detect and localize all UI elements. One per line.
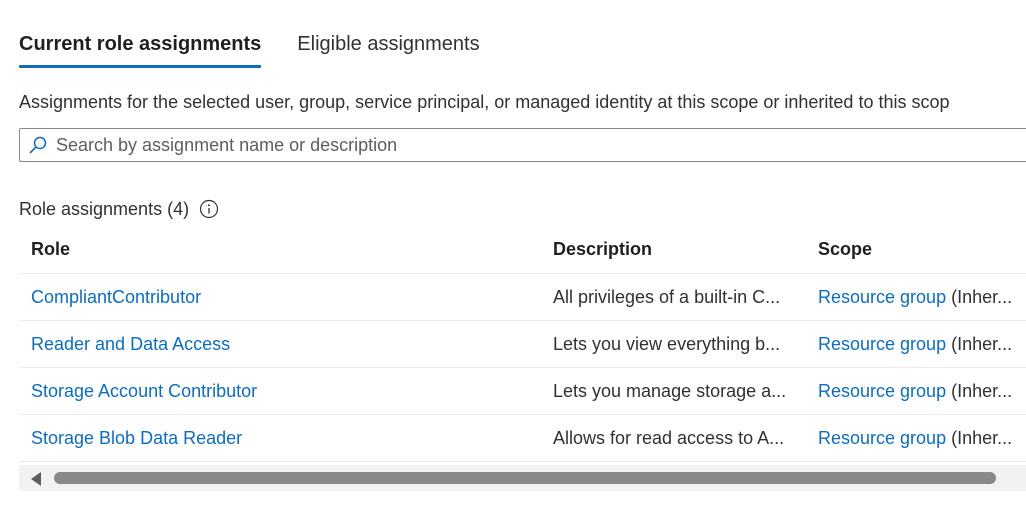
- scope-inheritance: (Inher...: [946, 286, 1013, 307]
- horizontal-scrollbar[interactable]: [19, 465, 1026, 491]
- role-description: Allows for read access to A...: [553, 427, 785, 448]
- scope-link[interactable]: Resource group: [818, 287, 946, 307]
- page-description: Assignments for the selected user, group…: [19, 92, 950, 112]
- table-row: Storage Account Contributor Lets you man…: [19, 368, 1026, 415]
- search-input[interactable]: [56, 130, 1016, 160]
- role-link[interactable]: Storage Account Contributor: [31, 381, 257, 401]
- role-link[interactable]: CompliantContributor: [31, 287, 201, 307]
- table-row: Storage Blob Data Reader Allows for read…: [19, 415, 1026, 462]
- tab-current-role-assignments[interactable]: Current role assignments: [19, 30, 262, 70]
- search-icon: [28, 135, 48, 155]
- scope-inheritance: (Inher...: [946, 380, 1013, 401]
- scrollbar-thumb[interactable]: [54, 472, 996, 484]
- role-assignments-header: Role assignments (4): [19, 196, 219, 222]
- scope-inheritance: (Inher...: [946, 333, 1013, 354]
- scope-link[interactable]: Resource group: [818, 381, 946, 401]
- chevron-left-icon[interactable]: [31, 472, 41, 486]
- role-description: Lets you view everything b...: [553, 333, 781, 354]
- role-link[interactable]: Reader and Data Access: [31, 334, 230, 354]
- scope-link[interactable]: Resource group: [818, 428, 946, 448]
- role-description: Lets you manage storage a...: [553, 380, 787, 401]
- info-icon[interactable]: [199, 199, 219, 219]
- scope-inheritance: (Inher...: [946, 427, 1013, 448]
- tab-eligible-assignments[interactable]: Eligible assignments: [297, 30, 479, 70]
- role-link[interactable]: Storage Blob Data Reader: [31, 428, 242, 448]
- tab-bar: Current role assignments Eligible assign…: [19, 30, 480, 70]
- table-row: CompliantContributor All privileges of a…: [19, 274, 1026, 321]
- table-header-row: Role Description Scope: [19, 226, 1026, 274]
- role-description: All privileges of a built-in C...: [553, 286, 781, 307]
- search-box[interactable]: [19, 128, 1026, 162]
- column-header-description[interactable]: Description: [541, 239, 806, 260]
- scope-link[interactable]: Resource group: [818, 334, 946, 354]
- role-assignments-table: Role Description Scope CompliantContribu…: [19, 226, 1026, 462]
- table-row: Reader and Data Access Lets you view eve…: [19, 321, 1026, 368]
- column-header-role[interactable]: Role: [19, 239, 541, 260]
- role-assignments-page: Current role assignments Eligible assign…: [0, 0, 1026, 511]
- column-header-scope[interactable]: Scope: [806, 239, 1026, 260]
- role-assignments-count: Role assignments (4): [19, 198, 190, 219]
